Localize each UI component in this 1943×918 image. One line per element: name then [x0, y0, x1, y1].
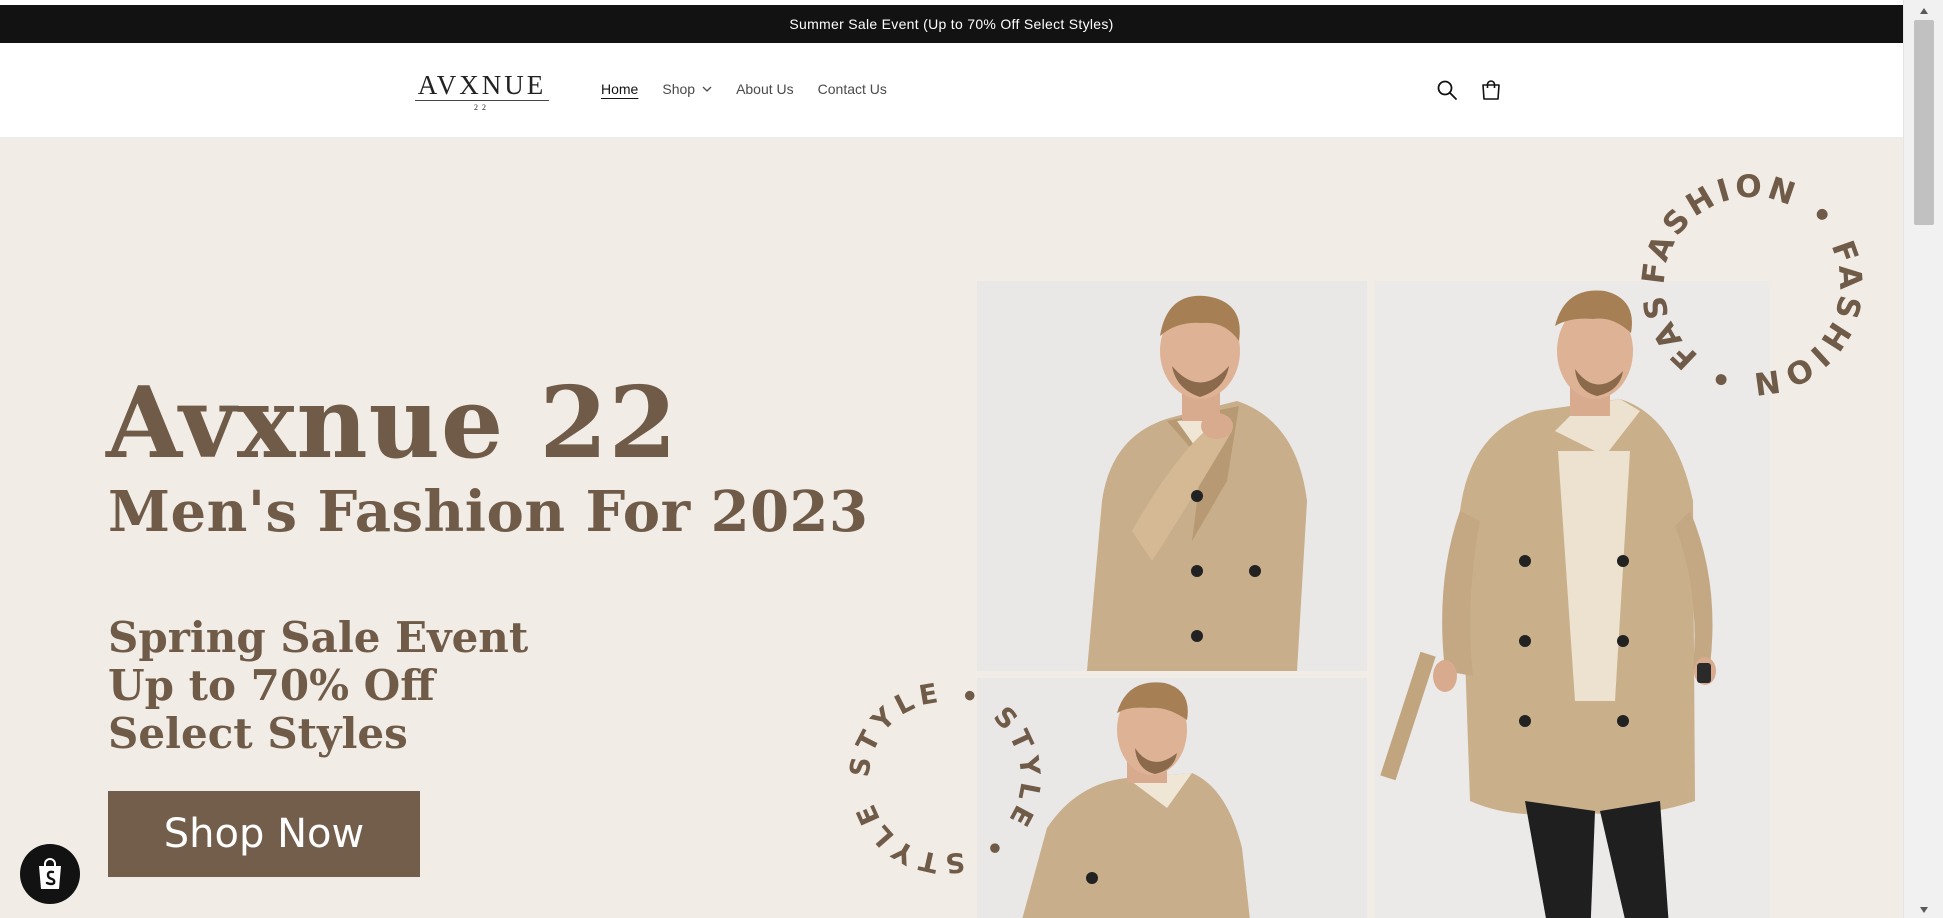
nav-about-label: About Us [736, 81, 794, 97]
nav-contact-label: Contact Us [817, 81, 887, 97]
hero-subtitle: Men's Fashion For 2023 [108, 479, 869, 545]
logo-number: 22 [474, 103, 490, 112]
nav-contact[interactable]: Contact Us [818, 80, 887, 98]
announcement-bar: Summer Sale Event (Up to 70% Off Select … [0, 5, 1903, 43]
hero-sale-text: Spring Sale Event Up to 70% Off Select S… [108, 614, 528, 758]
nav-about[interactable]: About Us [736, 80, 794, 98]
nav-home[interactable]: Home [601, 80, 638, 98]
sale-line-2: Up to 70% Off [108, 661, 435, 710]
main-nav: Home Shop About Us Contact Us [601, 80, 911, 98]
nav-home-label: Home [601, 81, 639, 97]
site-logo[interactable]: AVXNUE 22 [405, 70, 559, 112]
scrollbar-thumb[interactable] [1914, 20, 1934, 225]
cart-icon [1482, 80, 1500, 100]
fashion-badge-text: FASHION • FASHION • FASHION • [1632, 165, 1865, 402]
shop-now-button[interactable]: Shop Now [108, 791, 420, 877]
sale-line-1: Spring Sale Event [108, 613, 529, 662]
style-circular-badge: STYLE • STYLE • STYLE • [842, 675, 1046, 879]
shopify-bag-icon [39, 858, 61, 889]
shopify-chat-button[interactable] [20, 844, 80, 904]
chevron-down-icon [702, 86, 712, 92]
announcement-text: Summer Sale Event (Up to 70% Off Select … [789, 16, 1114, 32]
site-header: AVXNUE 22 Home Shop About Us Contact Us [0, 43, 1903, 138]
logo-wordmark: AVXNUE [414, 70, 550, 101]
cart-button[interactable] [1477, 76, 1505, 104]
hero-photo-smiling-man [977, 281, 1367, 671]
search-button[interactable] [1433, 76, 1461, 104]
page-scrollbar[interactable] [1903, 0, 1943, 918]
style-badge-text: STYLE • STYLE • STYLE • [842, 675, 1041, 879]
nav-shop-label: Shop [662, 81, 696, 97]
svg-text:FASHION • FASHION • FASHION •: FASHION • FASHION • FASHION • [1632, 165, 1869, 402]
svg-text:STYLE • STYLE • STYLE •: STYLE • STYLE • STYLE • [842, 675, 1046, 879]
scroll-up-arrow-icon[interactable] [1916, 5, 1932, 17]
hero-banner: Avxnue 22 Men's Fashion For 2023 Spring … [0, 138, 1903, 918]
hero-title: Avxnue 22 [106, 366, 678, 481]
fashion-circular-badge: FASHION • FASHION • FASHION • [1632, 165, 1869, 402]
sale-line-3: Select Styles [108, 709, 408, 758]
search-icon [1437, 80, 1457, 100]
scroll-down-arrow-icon[interactable] [1916, 905, 1932, 915]
nav-shop[interactable]: Shop [662, 80, 712, 98]
